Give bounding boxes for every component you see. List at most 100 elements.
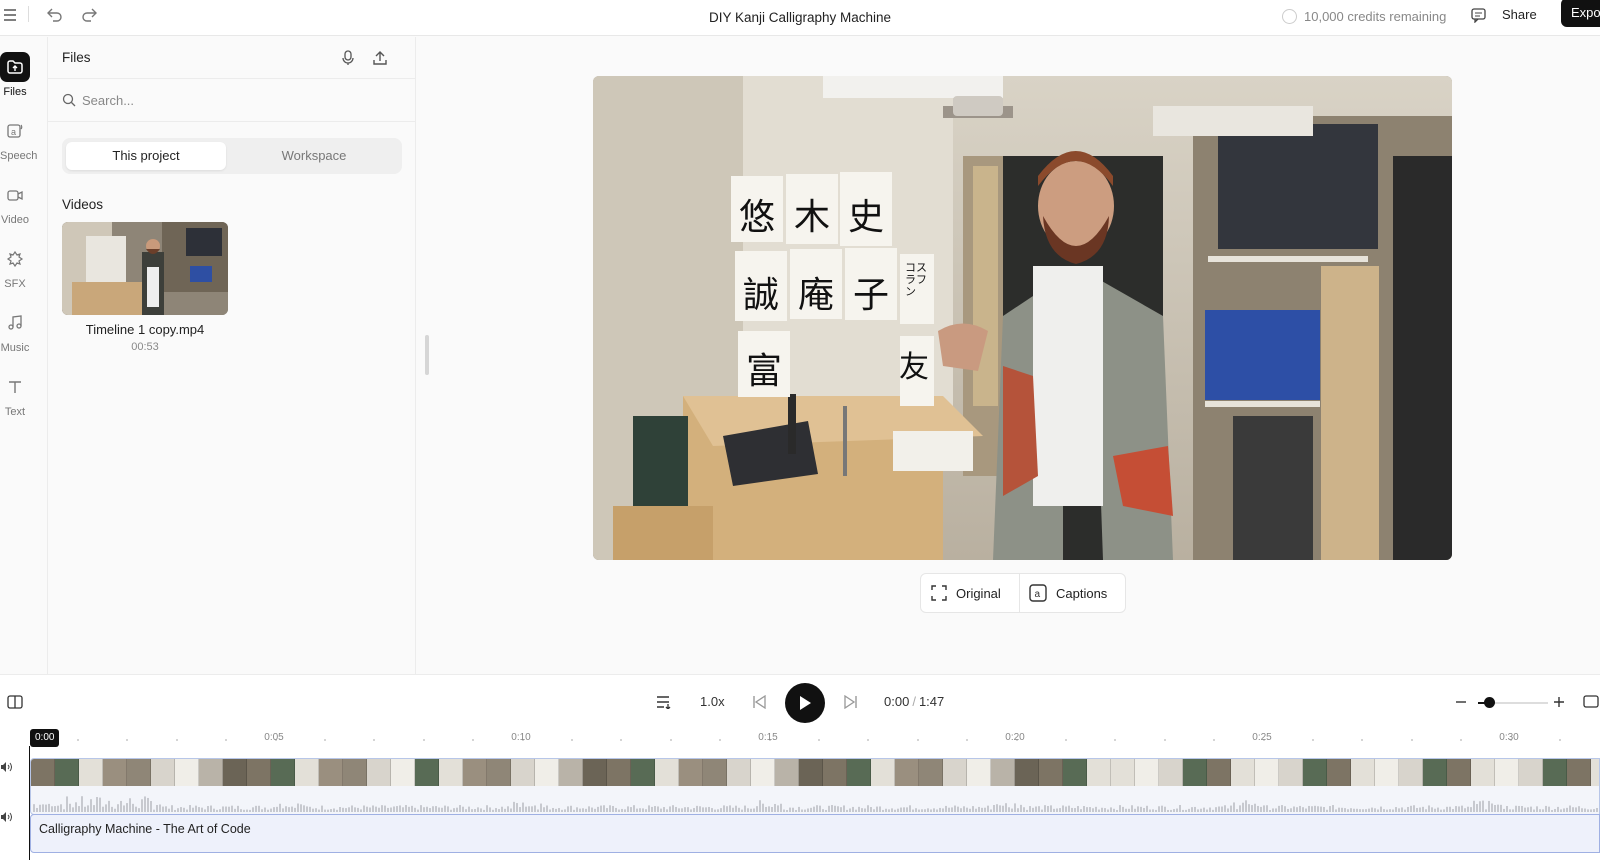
waveform-bar [93,805,95,812]
search-input[interactable] [82,89,382,111]
play-button[interactable] [785,683,825,723]
waveform-bar [1242,802,1244,812]
filmstrip-frame [967,759,991,786]
filmstrip-frame [439,759,463,786]
track-volume-icon[interactable] [0,760,14,774]
ruler-tick [669,739,672,741]
waveform-bar [474,808,476,812]
comment-icon[interactable] [1467,4,1489,26]
waveform-bar [699,806,701,812]
waveform-bar [1128,808,1130,812]
tab-this-project[interactable]: This project [66,142,226,170]
split-view-icon[interactable] [6,693,24,711]
waveform-bar [825,809,827,812]
waveform-bar [732,807,734,812]
undo-icon[interactable] [44,4,66,26]
share-button[interactable]: Share [1502,4,1537,26]
waveform-bar [888,809,890,812]
waveform-bar [1167,809,1169,812]
caption-track-clip[interactable]: Calligraphy Machine - The Art of Code [30,814,1600,853]
playlist-icon[interactable] [655,693,675,711]
waveform-bar [1272,808,1274,812]
caption-track-volume-icon[interactable] [0,810,14,824]
waveform-bar [1002,805,1004,812]
ruler-tick [1163,739,1166,741]
microphone-icon[interactable] [338,48,358,68]
redo-icon[interactable] [78,4,100,26]
rail-item-music[interactable]: Music [0,308,30,354]
export-button[interactable]: Expo [1561,0,1600,27]
waveform-bar [840,807,842,812]
original-button[interactable]: Original [931,574,1001,612]
timeline[interactable]: 0:05 0:10 0:15 0:20 0:25 0:30 0:00 Calli… [0,728,1600,860]
waveform-bar [129,798,131,812]
rail-item-text[interactable]: Text [0,372,30,418]
waveform-bar [1245,800,1247,812]
waveform-bar [801,809,803,812]
captions-button[interactable]: a Captions [1029,574,1107,612]
waveform-bar [708,806,710,812]
waveform-bar [1425,809,1427,812]
playhead-line[interactable] [29,746,30,860]
rail-item-speech[interactable]: a Speech [0,116,37,162]
waveform-bar [636,808,638,812]
waveform-bar [429,808,431,812]
waveform-bar [117,804,119,812]
waveform-bar [1569,805,1571,812]
waveform-bar [243,809,245,812]
playback-speed[interactable]: 1.0x [700,694,725,709]
waveform-bar [1074,808,1076,812]
waveform-bar [924,809,926,812]
waveform-bar [390,807,392,812]
filmstrip-frame [247,759,271,786]
waveform-bar [351,805,353,812]
waveform-bar [795,809,797,812]
waveform-bar [675,806,677,812]
video-preview[interactable]: 悠 木 史 誠 庵 子 コスラフン 富 友 [593,76,1452,560]
waveform-bar [138,808,140,812]
fit-timeline-icon[interactable] [1582,693,1600,711]
waveform-bar [72,807,74,812]
zoom-out-icon[interactable] [1454,693,1468,711]
playhead-timecode[interactable]: 0:00 [30,729,60,747]
filmstrip-frame [823,759,847,786]
waveform-bar [984,807,986,812]
ruler-tick [1312,739,1314,741]
skip-back-icon[interactable] [751,693,767,711]
skip-forward-icon[interactable] [843,693,859,711]
waveform-bar [1350,808,1352,812]
video-track-clip[interactable] [30,758,1600,815]
waveform-bar [969,808,971,812]
waveform-bar [879,806,881,812]
panel-resize-handle[interactable] [425,335,429,375]
menu-icon[interactable] [0,4,22,26]
waveform-bar [624,809,626,812]
waveform-bar [1398,808,1400,812]
speech-icon: a [0,116,30,146]
ruler-tick [818,739,820,741]
filmstrip-frame [415,759,439,786]
waveform-bar [1356,808,1358,812]
rail-item-video[interactable]: Video [0,180,30,226]
rail-item-sfx[interactable]: SFX [0,244,30,290]
waveform-bar [84,806,86,812]
waveform-bar [1281,805,1283,812]
time-ruler[interactable]: 0:05 0:10 0:15 0:20 0:25 0:30 [0,728,1600,752]
waveform-bar [1134,808,1136,812]
waveform-bar [513,801,515,812]
waveform-bar [1113,808,1115,812]
waveform-bar [1032,807,1034,812]
media-card[interactable]: Timeline 1 copy.mp4 00:53 [62,222,228,353]
tab-workspace[interactable]: Workspace [230,142,398,170]
waveform-bar [156,804,158,812]
rail-item-files[interactable]: Files [0,52,30,98]
waveform-bar [936,809,938,812]
zoom-in-icon[interactable] [1552,693,1566,711]
upload-icon[interactable] [370,48,390,68]
waveform-bar [1119,805,1121,812]
kanji-text: 富 [746,351,783,392]
waveform-bar [336,809,338,812]
waveform-bar [261,809,263,812]
zoom-slider-handle[interactable] [1484,697,1495,708]
waveform-bar [414,807,416,812]
